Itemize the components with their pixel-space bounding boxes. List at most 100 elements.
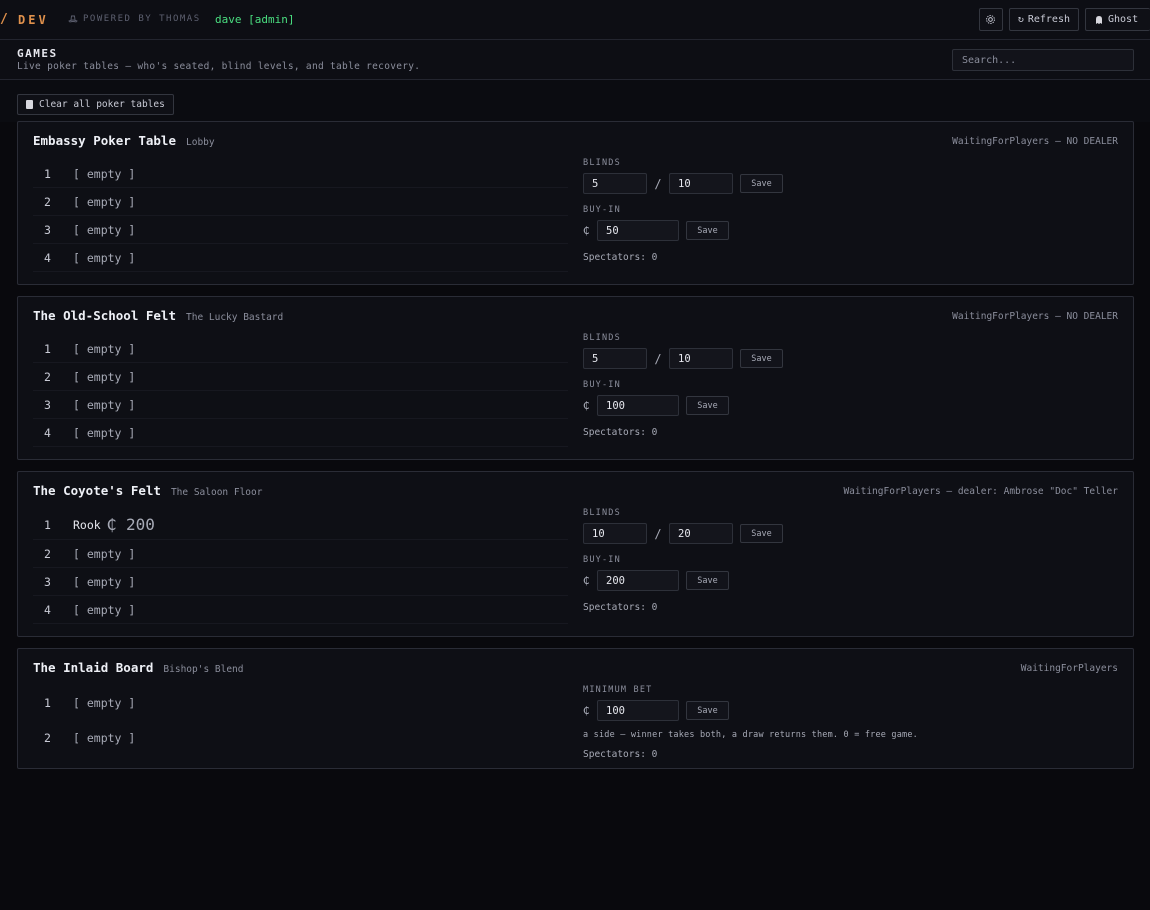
- buyin-label: BUY-IN: [583, 205, 621, 215]
- seat-row: 4[ empty ]: [33, 419, 568, 447]
- save-blinds-button[interactable]: Save: [740, 174, 783, 193]
- blinds-label: BLINDS: [583, 333, 621, 343]
- seat-occupant: [ empty ]: [73, 602, 136, 617]
- seat-occupant: [ empty ]: [73, 369, 136, 384]
- seat-row: 2[ empty ]: [44, 731, 136, 745]
- min-bet-input[interactable]: [597, 700, 679, 721]
- table-name: The Old-School Felt The Lucky Bastard: [33, 308, 284, 323]
- page-title: GAMES: [17, 47, 58, 60]
- currency-icon: ₵: [583, 399, 590, 412]
- save-buyin-button[interactable]: Save: [686, 571, 729, 590]
- seat-list: 1 Rook ₵ 200 2[ empty ] 3[ empty ] 4[ empt…: [33, 510, 568, 624]
- table-room: Lobby: [186, 137, 215, 148]
- seat-row: 2[ empty ]: [33, 540, 568, 568]
- toolbar: Clear all poker tables: [0, 80, 1150, 122]
- currency-icon: ₵: [583, 704, 590, 717]
- small-blind-input[interactable]: [583, 348, 647, 369]
- table-controls: MINIMUM BET ₵ Save a side — winner takes…: [583, 685, 918, 760]
- buyin-label: BUY-IN: [583, 380, 621, 390]
- currency-icon: ₵: [583, 574, 590, 587]
- table-name: Embassy Poker Table Lobby: [33, 133, 215, 148]
- current-user: dave [admin]: [215, 13, 295, 26]
- brand-mark: /: [0, 12, 8, 27]
- seat-row: 4[ empty ]: [33, 244, 568, 272]
- table-room: The Lucky Bastard: [186, 312, 284, 323]
- seat-occupant: [ empty ]: [73, 341, 136, 356]
- spectator-count: Spectators: 0: [583, 252, 658, 263]
- table-room: Bishop's Blend: [163, 664, 244, 675]
- seat-occupant: [ empty ]: [73, 696, 136, 710]
- table-status: WaitingForPlayers — NO DEALER: [952, 136, 1118, 147]
- poker-table-card: The Coyote's Felt The Saloon Floor Waitin…: [17, 471, 1134, 637]
- card-icon: [26, 100, 33, 109]
- poker-table-card: Embassy Poker Table Lobby WaitingForPlaye…: [17, 121, 1134, 285]
- table-controls: BLINDS / Save BUY-IN ₵ Save Spectators: …: [583, 333, 783, 438]
- save-buyin-button[interactable]: Save: [686, 396, 729, 415]
- buyin-input[interactable]: [597, 220, 679, 241]
- seat-list: 1[ empty ] 2[ empty ] 3[ empty ] 4[ empt…: [33, 335, 568, 447]
- page-subtitle: Live poker tables — who's seated, blind …: [17, 61, 421, 72]
- powered-by: POWERED BY THOMAS: [68, 14, 201, 24]
- seat-occupant: Rook: [73, 517, 101, 532]
- table-status: WaitingForPlayers: [1020, 663, 1118, 674]
- clear-tables-button[interactable]: Clear all poker tables: [17, 94, 174, 115]
- table-name: The Inlaid Board Bishop's Blend: [33, 660, 244, 675]
- seat-chips: ₵ 200: [106, 515, 155, 534]
- big-blind-input[interactable]: [669, 173, 733, 194]
- seat-row: 1[ empty ]: [33, 160, 568, 188]
- big-blind-input[interactable]: [669, 523, 733, 544]
- table-controls: BLINDS / Save BUY-IN ₵ Save Spectators: …: [583, 508, 783, 613]
- save-min-bet-button[interactable]: Save: [686, 701, 729, 720]
- seat-occupant: [ empty ]: [73, 397, 136, 412]
- seat-occupant: [ empty ]: [73, 731, 136, 745]
- ghost-button[interactable]: Ghost: [1085, 8, 1150, 31]
- seat-row: 2[ empty ]: [33, 188, 568, 216]
- seat-occupant: [ empty ]: [73, 250, 136, 265]
- table-status: WaitingForPlayers — NO DEALER: [952, 311, 1118, 322]
- top-bar: / DEV POWERED BY THOMAS dave [admin] ↻ R…: [0, 0, 1150, 40]
- save-blinds-button[interactable]: Save: [740, 349, 783, 368]
- spectator-count: Spectators: 0: [583, 749, 658, 760]
- clear-tables-label: Clear all poker tables: [39, 99, 165, 110]
- table-room: The Saloon Floor: [170, 487, 263, 498]
- spectator-count: Spectators: 0: [583, 602, 658, 613]
- small-blind-input[interactable]: [583, 173, 647, 194]
- seat-row: 3[ empty ]: [33, 568, 568, 596]
- save-buyin-button[interactable]: Save: [686, 221, 729, 240]
- refresh-button[interactable]: ↻ Refresh: [1008, 8, 1079, 31]
- page-header: GAMES Live poker tables — who's seated, …: [0, 40, 1150, 80]
- seat-occupant: [ empty ]: [73, 194, 136, 209]
- seat-row: 3[ empty ]: [33, 391, 568, 419]
- ghost-label: Ghost: [1108, 14, 1139, 25]
- search-input[interactable]: [952, 49, 1134, 71]
- seat-occupant: [ empty ]: [73, 546, 136, 561]
- seat-row: 4[ empty ]: [33, 596, 568, 624]
- seat-list: 1[ empty ] 2[ empty ] 3[ empty ] 4[ empt…: [33, 160, 568, 272]
- ghost-icon: [1096, 15, 1102, 24]
- table-name: The Coyote's Felt The Saloon Floor: [33, 483, 263, 498]
- seat-occupant: [ empty ]: [73, 425, 136, 440]
- seat-occupant: [ empty ]: [73, 574, 136, 589]
- big-blind-input[interactable]: [669, 348, 733, 369]
- small-blind-input[interactable]: [583, 523, 647, 544]
- seat-row: 3[ empty ]: [33, 216, 568, 244]
- seat-occupant: [ empty ]: [73, 222, 136, 237]
- currency-icon: ₵: [583, 224, 590, 237]
- buyin-input[interactable]: [597, 395, 679, 416]
- blinds-label: BLINDS: [583, 158, 621, 168]
- seat-list: 1[ empty ] 2[ empty ]: [33, 688, 568, 758]
- save-blinds-button[interactable]: Save: [740, 524, 783, 543]
- table-status: WaitingForPlayers — dealer: Ambrose "Doc…: [843, 486, 1118, 497]
- hat-icon: [68, 15, 78, 23]
- refresh-label: Refresh: [1027, 14, 1070, 25]
- table-controls: BLINDS / Save BUY-IN ₵ Save Spectators: …: [583, 158, 783, 263]
- min-bet-label: MINIMUM BET: [583, 685, 653, 695]
- poker-table-card: The Inlaid Board Bishop's Blend WaitingFo…: [17, 648, 1134, 769]
- buyin-label: BUY-IN: [583, 555, 621, 565]
- brand-label: DEV: [18, 13, 49, 27]
- buyin-input[interactable]: [597, 570, 679, 591]
- seat-row: 2[ empty ]: [33, 363, 568, 391]
- seat-occupant: [ empty ]: [73, 166, 136, 181]
- seat-row: 1[ empty ]: [33, 335, 568, 363]
- settings-button[interactable]: [978, 8, 1003, 31]
